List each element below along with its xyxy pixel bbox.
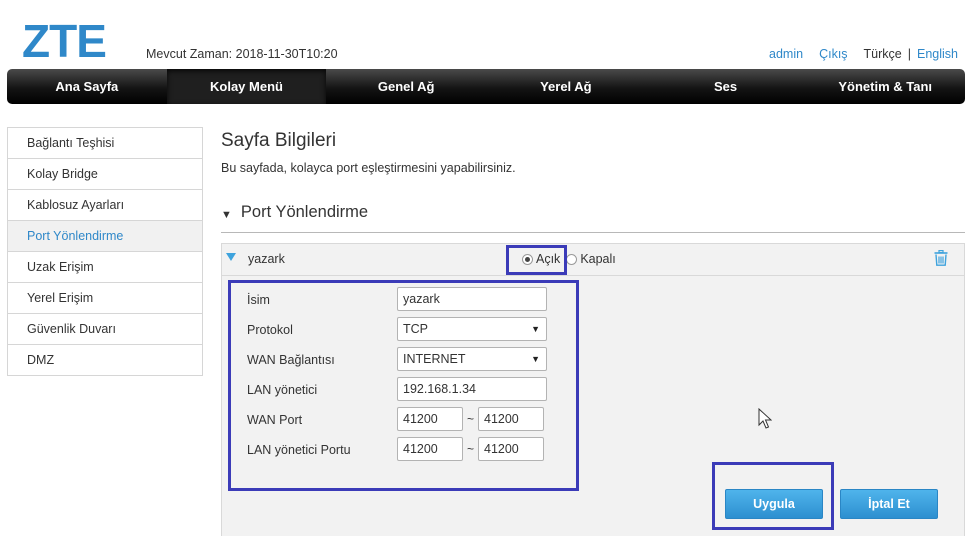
lang-turkish[interactable]: Türkçe xyxy=(864,47,902,61)
logout-link[interactable]: Çıkış xyxy=(819,47,847,61)
rule-header: yazark Açık Kapalı xyxy=(222,244,964,276)
triangle-down-icon: ▼ xyxy=(221,209,232,221)
sidebar-item-local-access[interactable]: Yerel Erişim xyxy=(8,283,202,314)
current-time: Mevcut Zaman: 2018-11-30T10:20 xyxy=(146,47,338,61)
sidebar-item-port-forwarding[interactable]: Port Yönlendirme xyxy=(8,221,202,252)
radio-off-label[interactable]: Kapalı xyxy=(580,252,615,266)
logo-text: ZTE xyxy=(22,20,106,62)
mouse-pointer-icon xyxy=(758,407,773,433)
sidebar-item-easy-bridge[interactable]: Kolay Bridge xyxy=(8,159,202,190)
collapse-triangle-icon[interactable] xyxy=(226,253,236,261)
section-header[interactable]: ▼ Port Yönlendirme xyxy=(221,203,965,233)
nav-lan[interactable]: Yerel Ağ xyxy=(486,69,646,104)
sidebar-item-remote-access[interactable]: Uzak Erişim xyxy=(8,252,202,283)
page-title: Sayfa Bilgileri xyxy=(221,130,337,151)
cancel-button[interactable]: İptal Et xyxy=(840,489,938,519)
nav-voice[interactable]: Ses xyxy=(646,69,806,104)
highlight-status-radio xyxy=(506,245,567,275)
section-title: Port Yönlendirme xyxy=(240,203,369,221)
nav-wan[interactable]: Genel Ağ xyxy=(326,69,486,104)
admin-link[interactable]: admin xyxy=(769,47,803,61)
nav-home[interactable]: Ana Sayfa xyxy=(7,69,167,104)
highlight-form xyxy=(228,280,579,491)
page-description: Bu sayfada, kolayca port eşleştirmesini … xyxy=(221,161,516,175)
radio-off[interactable] xyxy=(566,253,578,265)
sidebar-item-wireless-settings[interactable]: Kablosuz Ayarları xyxy=(8,190,202,221)
sidebar-item-dmz[interactable]: DMZ xyxy=(8,345,202,376)
zte-logo: ZTE xyxy=(22,20,108,62)
rule-name: yazark xyxy=(248,252,285,266)
lang-separator: | xyxy=(907,47,911,61)
highlight-apply-button xyxy=(712,462,834,530)
sidebar-item-firewall[interactable]: Güvenlik Duvarı xyxy=(8,314,202,345)
nav-easy-menu[interactable]: Kolay Menü xyxy=(166,69,327,104)
lang-english[interactable]: English xyxy=(917,47,958,61)
sidebar-item-connection-diagnosis[interactable]: Bağlantı Teşhisi xyxy=(8,128,202,159)
main-nav: Ana Sayfa Kolay Menü Genel Ağ Yerel Ağ S… xyxy=(7,69,965,104)
trash-icon[interactable] xyxy=(934,249,948,269)
nav-management[interactable]: Yönetim & Tanı xyxy=(805,69,965,104)
top-links: admin Çıkış Türkçe | English xyxy=(769,47,958,61)
sidebar: Bağlantı Teşhisi Kolay Bridge Kablosuz A… xyxy=(7,127,203,376)
